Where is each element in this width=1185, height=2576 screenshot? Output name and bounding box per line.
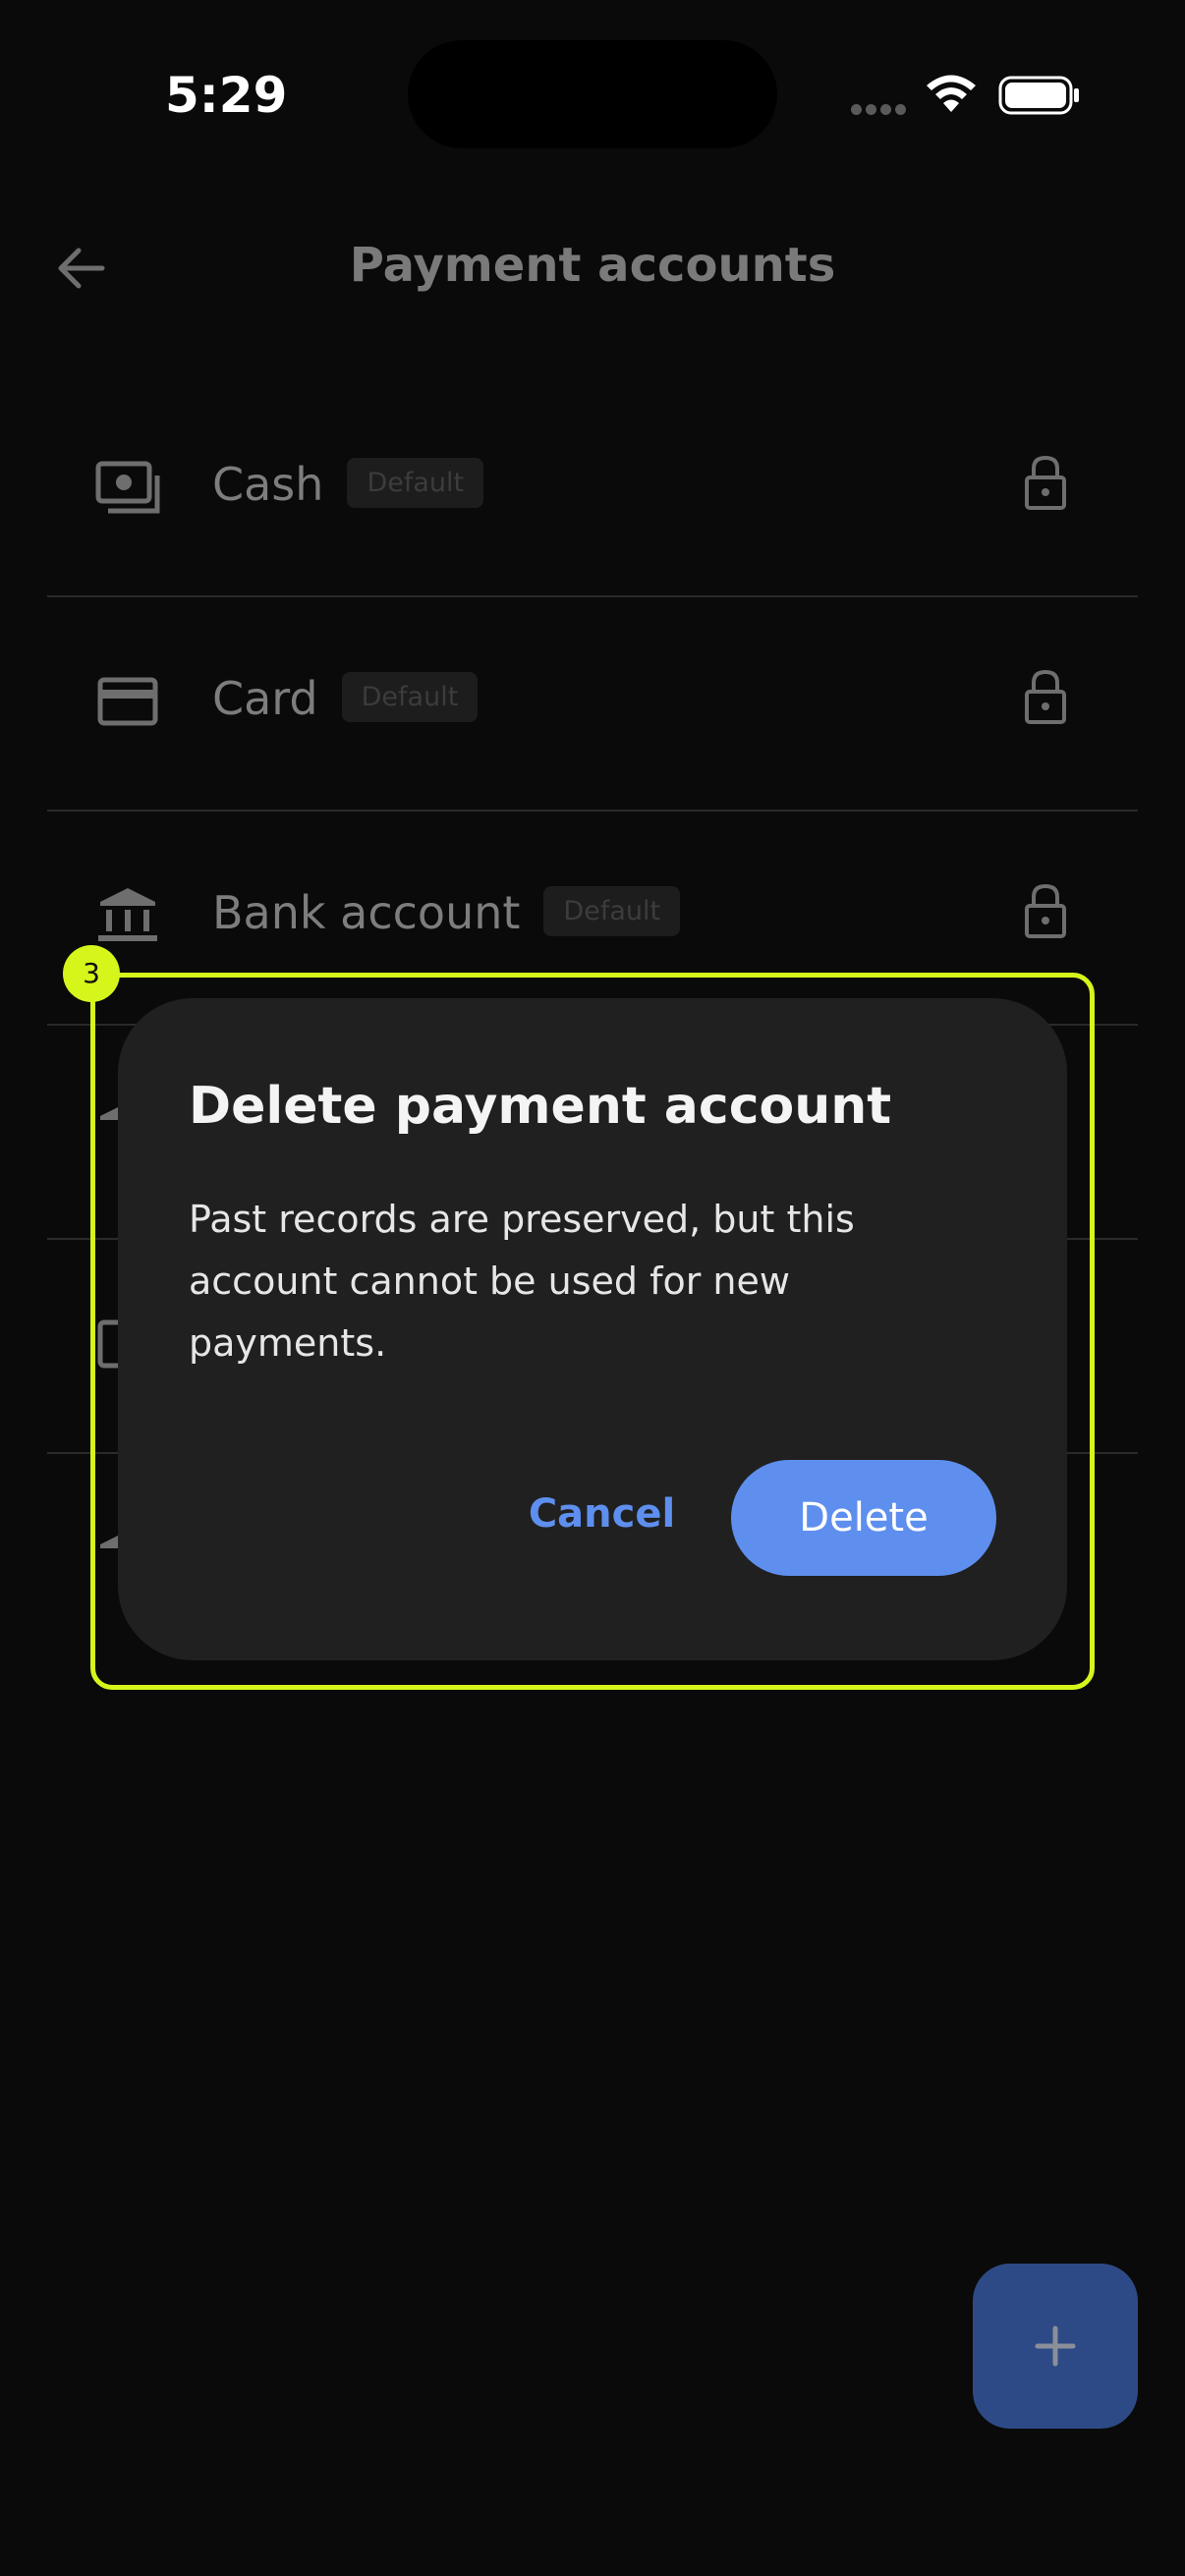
dialog-message: Past records are preserved, but this acc… (189, 1198, 855, 1365)
default-badge: Default (543, 886, 681, 936)
page-title: Payment accounts (349, 238, 836, 293)
card-icon (97, 677, 158, 726)
lock-icon (1025, 669, 1066, 724)
default-badge: Default (347, 458, 484, 508)
highlight-badge: 3 (63, 945, 120, 1002)
cellular-signal-icon (851, 104, 908, 116)
delete-dialog: Delete payment account Past records are … (118, 998, 1067, 1660)
account-row-card[interactable]: Card Default (47, 597, 1138, 812)
dialog-title: Delete payment account (189, 1077, 892, 1136)
bank-icon (98, 888, 157, 941)
account-label: Card Default (212, 672, 479, 727)
status-bar: 5:29 (0, 0, 1185, 196)
add-account-button[interactable] (973, 2264, 1138, 2429)
app-header: Payment accounts (0, 196, 1185, 334)
lock-icon (1025, 883, 1066, 938)
cash-icon (95, 461, 160, 514)
account-label: Bank account Default (212, 886, 681, 941)
default-badge: Default (341, 672, 479, 722)
wifi-icon (927, 75, 976, 112)
dynamic-island (408, 40, 777, 148)
status-time: 5:29 (165, 67, 288, 124)
cancel-button[interactable]: Cancel (501, 1460, 703, 1568)
delete-button[interactable]: Delete (731, 1460, 996, 1576)
account-label: Cash Default (212, 458, 484, 513)
account-row-cash[interactable]: Cash Default (47, 383, 1138, 597)
plus-icon (1035, 2325, 1076, 2367)
battery-icon (998, 76, 1079, 115)
lock-icon (1025, 455, 1066, 510)
